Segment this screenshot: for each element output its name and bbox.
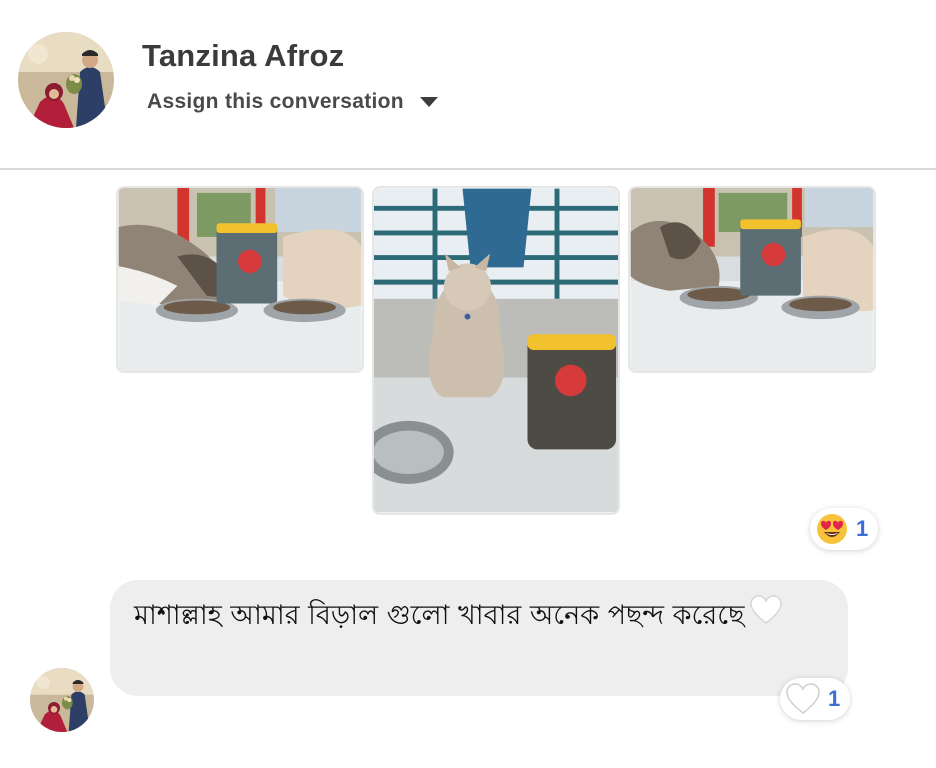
photo-cat-sitting[interactable] bbox=[372, 186, 620, 515]
image-icon bbox=[118, 188, 362, 371]
sender-avatar[interactable] bbox=[30, 668, 94, 732]
assign-conversation-dropdown[interactable]: Assign this conversation bbox=[147, 90, 438, 114]
message-reaction-pill[interactable]: 1 bbox=[780, 678, 851, 720]
assign-conversation-label: Assign this conversation bbox=[147, 90, 404, 113]
contact-name: Tanzina Afroz bbox=[142, 38, 345, 73]
message-bubble[interactable]: মাশাল্লাহ আমার বিড়াল গুলো খাবার অনেক পছ… bbox=[110, 580, 848, 696]
avatar-photo-icon bbox=[18, 32, 114, 128]
image-icon bbox=[374, 188, 618, 513]
photo-reaction-count: 1 bbox=[856, 516, 869, 541]
photo-two-cats-eating-2[interactable] bbox=[628, 186, 876, 373]
message-reaction-count: 1 bbox=[828, 686, 841, 711]
message-text-row: মাশাল্লাহ আমার বিড়াল গুলো খাবার অনেক পছ… bbox=[134, 594, 824, 639]
white-heart-icon bbox=[750, 594, 783, 639]
heart-eyes-emoji-icon bbox=[817, 514, 847, 544]
contact-avatar[interactable] bbox=[18, 32, 114, 128]
conversation-header: Tanzina Afroz Assign this conversation bbox=[0, 0, 936, 170]
photo-two-cats-eating[interactable] bbox=[116, 186, 364, 373]
photo-reaction-pill[interactable]: 1 bbox=[810, 508, 879, 550]
white-heart-icon bbox=[786, 683, 820, 714]
image-icon bbox=[630, 188, 874, 371]
caret-down-icon bbox=[419, 97, 438, 107]
message-text: মাশাল্লাহ আমার বিড়াল গুলো খাবার অনেক পছ… bbox=[134, 600, 745, 631]
avatar-photo-icon bbox=[30, 668, 94, 732]
